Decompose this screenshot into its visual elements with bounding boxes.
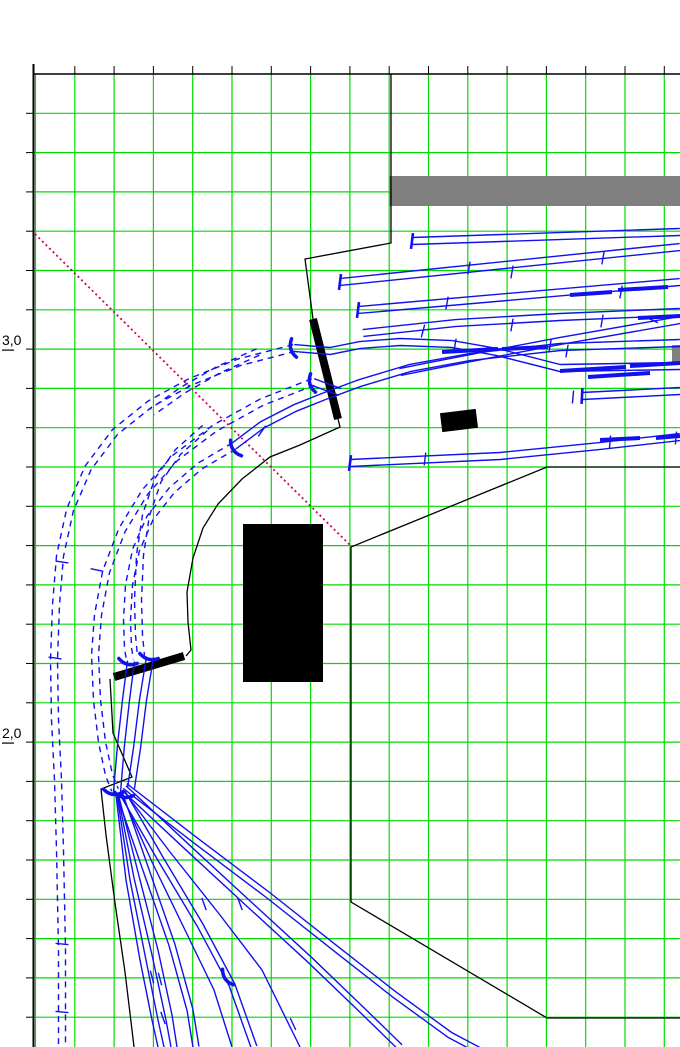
building-rect[interactable]	[440, 409, 478, 432]
occupied-segment	[656, 436, 680, 438]
visible-track[interactable]	[134, 658, 153, 789]
fan-track[interactable]	[119, 797, 177, 1047]
rail-joint-tick	[601, 315, 603, 328]
hidden-track[interactable]	[51, 345, 294, 1047]
track-end-marker	[339, 274, 341, 290]
visible-track[interactable]	[120, 661, 134, 793]
platform-bar[interactable]	[389, 176, 680, 206]
track-end-marker	[411, 233, 413, 249]
visible-track[interactable]	[340, 250, 680, 285]
visible-track[interactable]	[582, 394, 680, 399]
tunnel-portal[interactable]	[313, 319, 338, 419]
baseboard-outline[interactable]	[101, 679, 134, 1047]
hidden-track[interactable]	[154, 355, 259, 415]
fan-track[interactable]	[118, 796, 171, 1047]
fan-track[interactable]	[126, 786, 402, 1045]
rail-joint-tick	[421, 325, 424, 338]
rail-joint-tick	[56, 561, 69, 563]
visible-track[interactable]	[363, 315, 680, 336]
visible-track[interactable]	[363, 309, 680, 330]
visible-track[interactable]	[399, 317, 679, 369]
tunnel-entrance-arc	[140, 654, 158, 660]
plan-drawing	[0, 0, 680, 1047]
fan-track[interactable]	[127, 784, 484, 1047]
rail-joint-tick	[91, 569, 104, 572]
building-rect[interactable]	[243, 524, 323, 682]
rail-joint-tick	[56, 1011, 69, 1012]
rail-joint-tick	[566, 345, 568, 358]
hidden-track[interactable]	[130, 449, 235, 659]
visible-track[interactable]	[350, 440, 680, 466]
rail-joint-tick	[511, 319, 513, 332]
rail-joint-tick	[572, 391, 573, 404]
rail-joint-tick	[56, 943, 69, 944]
platform-bar[interactable]	[672, 345, 680, 363]
occupied-segment	[638, 316, 680, 318]
visible-track[interactable]	[358, 279, 680, 307]
occupied-segment	[600, 438, 640, 440]
occupied-segment	[502, 347, 548, 349]
tunnel-entrance-arc	[290, 339, 296, 357]
occupied-segment	[570, 292, 612, 295]
track-end-marker	[357, 302, 359, 318]
visible-track[interactable]	[340, 244, 680, 279]
track-plan-canvas[interactable]: 3,0 2,0	[0, 0, 680, 1047]
track-end-marker	[582, 388, 583, 404]
rail-joint-tick	[620, 286, 622, 299]
rail-joint-tick	[609, 436, 610, 449]
fan-track[interactable]	[117, 795, 164, 1047]
occupied-segment	[588, 373, 650, 377]
